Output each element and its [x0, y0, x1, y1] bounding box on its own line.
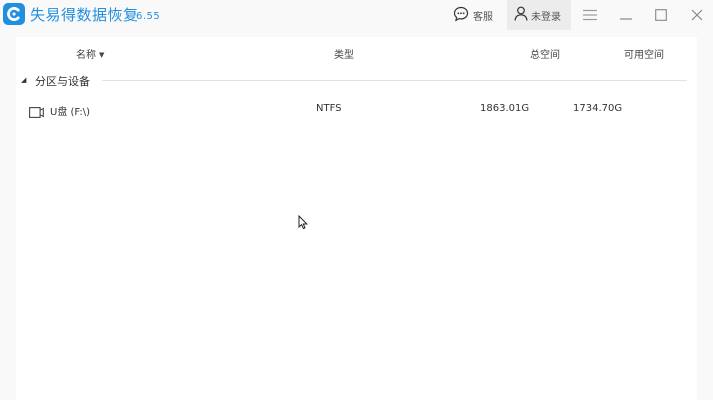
column-header-total[interactable]: 总空间 [530, 46, 560, 61]
customer-service-button[interactable]: 客服 [450, 0, 504, 30]
minimize-icon [619, 6, 633, 25]
hamburger-menu-icon [582, 6, 598, 25]
column-header-name-label: 名称 [76, 50, 96, 61]
mouse-cursor-icon [298, 214, 308, 234]
column-header-type[interactable]: 类型 [334, 46, 354, 61]
usb-drive-icon [29, 103, 44, 122]
column-header-name[interactable]: 名称 ▼ [76, 46, 104, 61]
device-total-space: 1863.01G [480, 103, 530, 114]
login-label: 未登录 [531, 11, 561, 23]
minimize-button[interactable] [609, 0, 643, 30]
device-filesystem: NTFS [316, 103, 342, 114]
chat-bubble-icon [453, 6, 469, 25]
app-title: 失易得数据恢复 [30, 6, 139, 24]
group-divider [102, 80, 687, 81]
group-partitions-devices[interactable]: ◢ 分区与设备 [16, 70, 697, 90]
login-button[interactable]: 未登录 [507, 0, 571, 30]
title-bar: 失易得数据恢复 6.55 客服 未登录 [0, 0, 713, 31]
column-header-free[interactable]: 可用空间 [624, 46, 664, 61]
table-row[interactable]: U盘 (F:\) NTFS 1863.01G 1734.70G [16, 99, 697, 119]
close-button[interactable] [680, 0, 713, 30]
customer-service-label: 客服 [473, 11, 493, 23]
group-label: 分区与设备 [35, 75, 90, 88]
maximize-button[interactable] [644, 0, 678, 30]
menu-button[interactable] [573, 0, 607, 30]
close-icon [691, 6, 703, 25]
app-logo-icon [3, 3, 25, 25]
collapse-triangle-icon[interactable]: ◢ [21, 76, 26, 84]
device-free-space: 1734.70G [573, 103, 623, 114]
device-name: U盘 (F:\) [50, 107, 91, 118]
app-version: 6.55 [136, 11, 161, 22]
user-icon [514, 6, 528, 24]
maximize-icon [655, 6, 667, 25]
sort-down-icon: ▼ [99, 51, 105, 59]
device-list-panel: 名称 ▼ 类型 总空间 可用空间 ◢ 分区与设备 U盘 (F:\) NTFS 18… [16, 37, 697, 400]
